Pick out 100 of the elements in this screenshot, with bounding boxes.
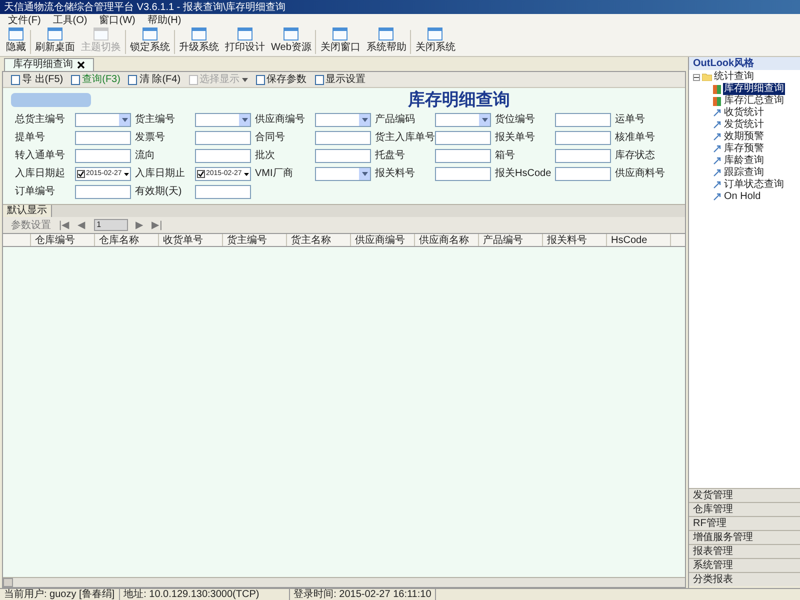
minus-icon [694, 74, 699, 80]
combo-box[interactable] [315, 167, 371, 181]
toolbar-button[interactable]: 刷新桌面 [33, 27, 77, 56]
field-label: 批次 [255, 149, 276, 163]
action-button[interactable]: 保存参数 [256, 72, 307, 86]
folder-icon [702, 73, 712, 81]
text-field[interactable] [435, 167, 491, 181]
document-icon [188, 74, 198, 84]
text-field[interactable] [75, 149, 131, 163]
link-icon [713, 109, 721, 117]
text-field[interactable] [195, 131, 251, 145]
field-label: 订单编号 [15, 185, 56, 199]
toolbar-button[interactable]: 关闭窗口 [318, 27, 362, 56]
column-header[interactable]: 供应商编号 [351, 234, 415, 246]
previous-page-button[interactable]: ◀ [78, 218, 86, 232]
first-page-button[interactable]: |◀ [59, 218, 70, 232]
section-button[interactable]: 报表管理 [689, 544, 800, 558]
menu-item[interactable]: 帮助(H) [147, 14, 182, 26]
combo-box[interactable] [315, 113, 371, 127]
toolbar-button[interactable]: 关闭系统 [413, 27, 458, 56]
field-label: 货位编号 [495, 113, 536, 127]
checkbox[interactable] [197, 170, 205, 178]
section-button[interactable]: RF管理 [689, 516, 800, 530]
text-field[interactable] [435, 149, 491, 163]
settings-button[interactable]: 参数设置 [11, 218, 51, 232]
field-label: 有效期(天) [135, 185, 183, 199]
window-title: 天信通物流仓储综合管理平台 V3.6.1.1 - 报表查询\库存明细查询 [4, 0, 286, 14]
tree-item[interactable]: 跟踪查询 [723, 167, 765, 179]
next-page-button[interactable]: ▶ [136, 218, 144, 232]
section-button[interactable]: 发货管理 [689, 488, 800, 502]
window-icon [378, 27, 394, 41]
combo-box[interactable] [195, 113, 251, 127]
section-button[interactable]: 系统管理 [689, 558, 800, 572]
toolbar-button[interactable]: 锁定系统 [128, 27, 172, 56]
field-label: 库存状态 [615, 149, 656, 163]
tree-item[interactable]: On Hold [723, 191, 762, 203]
column-header[interactable]: 仓库编号 [31, 234, 95, 246]
section-button[interactable]: 仓库管理 [689, 502, 800, 516]
action-button[interactable]: 查询(F3) [71, 72, 120, 86]
menu-item[interactable]: 窗口(W) [99, 14, 136, 26]
column-header[interactable]: 货主编号 [223, 234, 287, 246]
tree-item[interactable]: 效期预警 [723, 131, 765, 143]
tree-item[interactable]: 库存汇总查询 [723, 95, 785, 107]
text-field[interactable] [75, 131, 131, 145]
toolbar-button[interactable]: 隐藏 [4, 27, 28, 56]
expander-icon[interactable] [693, 74, 700, 80]
toolbar-button[interactable]: 打印设计 [223, 27, 267, 56]
combo-box[interactable] [435, 113, 491, 127]
link-icon [713, 193, 721, 201]
checkbox[interactable] [77, 170, 85, 178]
tree-item[interactable]: 收货统计 [723, 107, 765, 119]
text-field[interactable] [555, 131, 611, 145]
toolbar-button[interactable]: 升级系统 [177, 27, 221, 56]
tree-item[interactable]: 库存明细查询 [723, 83, 785, 95]
field-label: 入库日期止 [135, 167, 186, 181]
field-label: 提单号 [15, 131, 46, 145]
text-field[interactable] [195, 185, 251, 199]
link-icon [713, 169, 721, 177]
tree-item[interactable]: 统计查询 [714, 71, 754, 83]
text-field[interactable] [435, 131, 491, 145]
column-header[interactable]: 收货单号 [159, 234, 223, 246]
field-label: 供应商料号 [615, 167, 666, 181]
text-field[interactable] [315, 131, 371, 145]
column-header[interactable]: 仓库名称 [95, 234, 159, 246]
section-button[interactable]: 增值服务管理 [689, 530, 800, 544]
column-header[interactable]: 供应商名称 [415, 234, 479, 246]
window-icon [142, 27, 158, 41]
text-field[interactable] [195, 149, 251, 163]
section-button[interactable]: 分类报表 [689, 572, 800, 586]
text-field[interactable] [315, 149, 371, 163]
page-number-field[interactable]: 1 [94, 219, 128, 231]
tree-item[interactable]: 库龄查询 [723, 155, 765, 167]
menu-item[interactable]: 工具(O) [52, 14, 88, 26]
link-icon [713, 121, 721, 129]
caret-icon [242, 118, 248, 122]
text-field[interactable] [555, 167, 611, 181]
field-label: 托盘号 [375, 149, 406, 163]
action-button[interactable]: 清 除(F4) [128, 72, 181, 86]
results-tab[interactable]: 默认显示 [3, 205, 52, 217]
tree-item[interactable]: 发货统计 [723, 119, 765, 131]
combo-box[interactable] [75, 113, 131, 127]
text-field[interactable] [555, 113, 611, 127]
toolbar-button[interactable]: 系统帮助 [364, 27, 408, 56]
tree-item[interactable]: 订单状态查询 [723, 179, 785, 191]
column-header[interactable]: 报关料号 [543, 234, 607, 246]
document-tab[interactable]: 库存明细查询 [4, 58, 94, 71]
action-button[interactable]: 显示设置 [314, 72, 366, 86]
column-header[interactable]: 货主名称 [287, 234, 351, 246]
horizontal-scrollbar[interactable] [3, 577, 685, 587]
last-page-button[interactable]: ▶| [152, 218, 162, 232]
window-icon [47, 27, 63, 41]
text-field[interactable] [75, 185, 131, 199]
column-header[interactable]: HsCode [607, 234, 671, 246]
action-button[interactable]: 导 出(F5) [11, 72, 64, 86]
text-field[interactable] [555, 149, 611, 163]
tree-item[interactable]: 库存预警 [723, 143, 765, 155]
field-label: 核准单号 [615, 131, 656, 145]
column-header[interactable]: 产品编号 [479, 234, 543, 246]
menu-item[interactable]: 文件(F) [8, 14, 41, 26]
toolbar-button[interactable]: Web资源 [269, 27, 314, 56]
